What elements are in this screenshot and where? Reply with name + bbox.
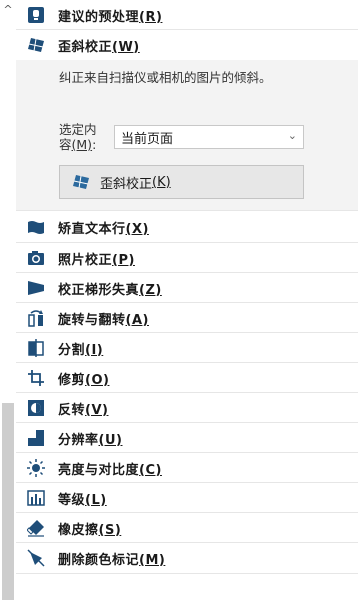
invert-icon bbox=[26, 398, 46, 418]
tool-levels[interactable]: 等级(L) bbox=[16, 483, 358, 513]
scroll-thumb[interactable] bbox=[2, 403, 14, 600]
crop-icon bbox=[26, 368, 46, 388]
tool-split[interactable]: 分割(I) bbox=[16, 333, 358, 363]
brightness-icon bbox=[26, 458, 46, 478]
select-value: 当前页面 bbox=[121, 131, 174, 147]
deskew-description: 纠正来自扫描仪或相机的图片的倾斜。 bbox=[59, 70, 272, 85]
tool-label: 等级 bbox=[58, 492, 86, 508]
straighten-lines-icon bbox=[26, 217, 46, 237]
deskew-button[interactable]: 歪斜校正 (K) bbox=[59, 165, 304, 199]
tool-remove-color-marks[interactable]: 删除颜色标记(M) bbox=[16, 543, 358, 573]
shortcut-key: (Z) bbox=[139, 282, 162, 298]
deskew-icon bbox=[72, 173, 90, 191]
scroll-up-arrow-icon[interactable]: ^ bbox=[0, 0, 16, 18]
tool-eraser[interactable]: 橡皮擦(S) bbox=[16, 513, 358, 543]
levels-icon bbox=[26, 488, 46, 508]
split-icon bbox=[26, 338, 46, 358]
shortcut-key: (W) bbox=[112, 39, 140, 55]
tool-label: 歪斜校正 bbox=[58, 39, 113, 55]
vertical-scrollbar[interactable]: ^ bbox=[0, 0, 16, 600]
divider bbox=[16, 573, 358, 574]
select-label-colon: : bbox=[92, 137, 97, 152]
tool-crop[interactable]: 修剪(O) bbox=[16, 363, 358, 393]
content-select-dropdown[interactable]: 当前页面 ⌄ bbox=[114, 125, 304, 149]
deskew-button-label: 歪斜校正 bbox=[100, 176, 153, 192]
shortcut-key: (P) bbox=[112, 252, 135, 268]
tool-straighten-text-lines[interactable]: 矫直文本行(X) bbox=[16, 212, 358, 242]
tool-suggested-preprocessing[interactable]: 建议的预处理(R) bbox=[16, 0, 358, 30]
shortcut-key: (I) bbox=[85, 342, 104, 358]
tool-photo-correction[interactable]: 照片校正(P) bbox=[16, 243, 358, 273]
shortcut-key: (U) bbox=[98, 432, 123, 448]
deskew-icon bbox=[26, 35, 46, 55]
suggested-preprocess-icon bbox=[26, 5, 46, 25]
tool-label: 分割 bbox=[58, 342, 86, 358]
tool-invert[interactable]: 反转(V) bbox=[16, 393, 358, 423]
trapezoid-icon bbox=[26, 278, 46, 298]
tool-label: 分辨率 bbox=[58, 432, 99, 448]
chevron-down-icon: ⌄ bbox=[287, 129, 297, 142]
select-label-key: (M) bbox=[71, 137, 93, 152]
divider bbox=[16, 210, 358, 211]
tool-label: 照片校正 bbox=[58, 252, 113, 268]
tool-label: 建议的预处理 bbox=[58, 9, 140, 25]
tool-resolution[interactable]: 分辨率(U) bbox=[16, 423, 358, 453]
deskew-options-panel: 纠正来自扫描仪或相机的图片的倾斜。 选定内 容(M): 当前页面 ⌄ 歪斜校正(… bbox=[16, 60, 358, 210]
resolution-icon bbox=[26, 428, 46, 448]
shortcut-key: (C) bbox=[139, 462, 162, 478]
shortcut-key: (S) bbox=[98, 522, 122, 538]
select-label-line2: 容 bbox=[59, 137, 72, 152]
tool-brightness-contrast[interactable]: 亮度与对比度(C) bbox=[16, 453, 358, 483]
select-label-line1: 选定内 bbox=[59, 122, 97, 137]
tool-deskew[interactable]: 歪斜校正(W) bbox=[16, 30, 358, 60]
select-content-label: 选定内 容(M): bbox=[59, 122, 97, 152]
camera-icon bbox=[26, 248, 46, 268]
tool-rotate-flip[interactable]: 旋转与翻转(A) bbox=[16, 303, 358, 333]
tool-trapezoid-correction[interactable]: 校正梯形失真(Z) bbox=[16, 273, 358, 303]
tool-label: 删除颜色标记 bbox=[58, 552, 140, 568]
shortcut-key: (A) bbox=[125, 312, 149, 328]
shortcut-key: (V) bbox=[85, 402, 109, 418]
shortcut-key: (R) bbox=[139, 9, 163, 25]
deskew-button-key: (K) bbox=[152, 174, 171, 190]
eraser-icon bbox=[26, 518, 46, 538]
tool-label: 矫直文本行 bbox=[58, 221, 126, 237]
tool-label: 反转 bbox=[58, 402, 86, 418]
remove-color-marks-icon bbox=[26, 548, 46, 568]
image-tools-panel: 建议的预处理(R) 歪斜校正(W) 纠正来自扫描仪或相机的图片的倾斜。 选定内 … bbox=[16, 0, 358, 600]
tool-label: 亮度与对比度 bbox=[58, 462, 140, 478]
tool-label: 橡皮擦 bbox=[58, 522, 99, 538]
tool-label: 校正梯形失真 bbox=[58, 282, 140, 298]
shortcut-key: (X) bbox=[125, 221, 149, 237]
shortcut-key: (O) bbox=[85, 372, 110, 388]
shortcut-key: (M) bbox=[139, 552, 166, 568]
tool-label: 修剪 bbox=[58, 372, 86, 388]
shortcut-key: (L) bbox=[85, 492, 107, 508]
rotate-flip-icon bbox=[26, 308, 46, 328]
tool-label: 旋转与翻转 bbox=[58, 312, 126, 328]
